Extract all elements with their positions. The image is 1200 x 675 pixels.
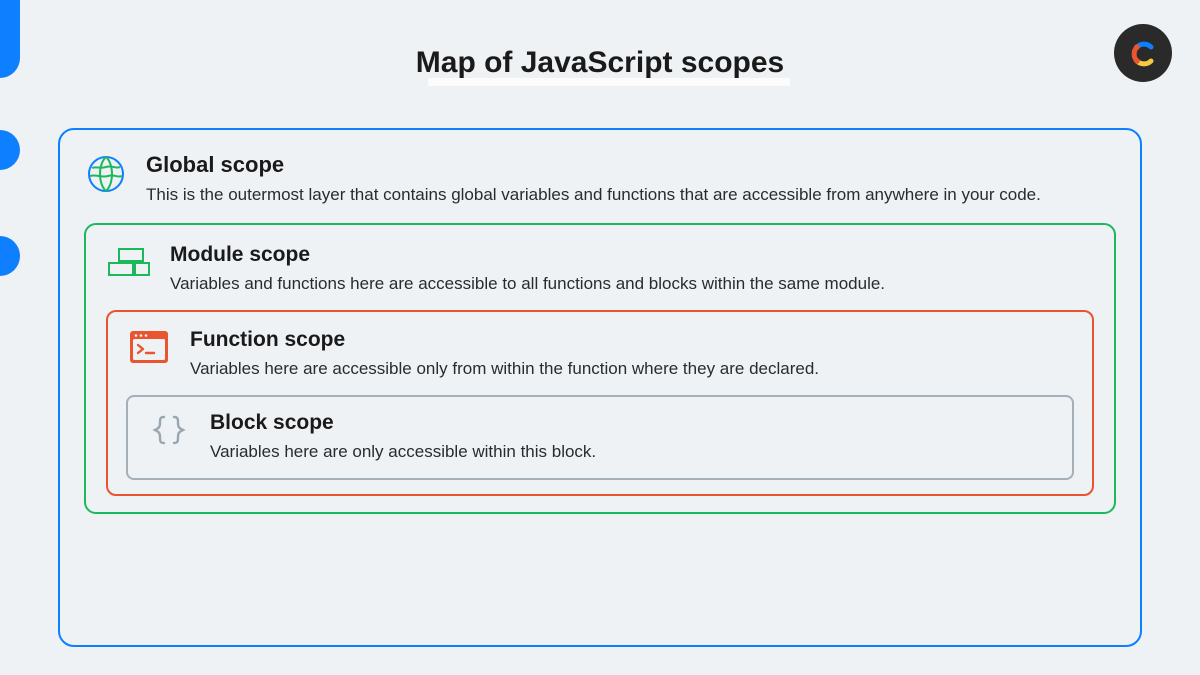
scope-function-box: Function scope Variables here are access… xyxy=(106,310,1094,496)
scope-function-title: Function scope xyxy=(190,328,1074,352)
scope-global-title: Global scope xyxy=(146,152,1116,178)
decoration-blob xyxy=(0,236,20,276)
decoration-blob xyxy=(0,0,20,78)
globe-icon xyxy=(84,152,128,194)
scope-module-title: Module scope xyxy=(170,243,1094,267)
scope-global-box: Global scope This is the outermost layer… xyxy=(58,128,1142,647)
scope-module-box: Module scope Variables and functions her… xyxy=(84,223,1116,514)
scope-block-desc: Variables here are only accessible withi… xyxy=(210,441,1054,464)
decoration-blob xyxy=(0,130,20,170)
scope-block-box: Block scope Variables here are only acce… xyxy=(126,395,1074,480)
bricks-icon xyxy=(106,243,152,281)
scope-block-title: Block scope xyxy=(210,411,1054,435)
page-title: Map of JavaScript scopes xyxy=(416,46,784,80)
braces-icon xyxy=(146,411,192,447)
terminal-icon xyxy=(126,328,172,364)
contentful-logo xyxy=(1114,24,1172,82)
scope-module-desc: Variables and functions here are accessi… xyxy=(170,273,1094,296)
scope-global-desc: This is the outermost layer that contain… xyxy=(146,184,1116,207)
scope-function-desc: Variables here are accessible only from … xyxy=(190,358,1074,381)
